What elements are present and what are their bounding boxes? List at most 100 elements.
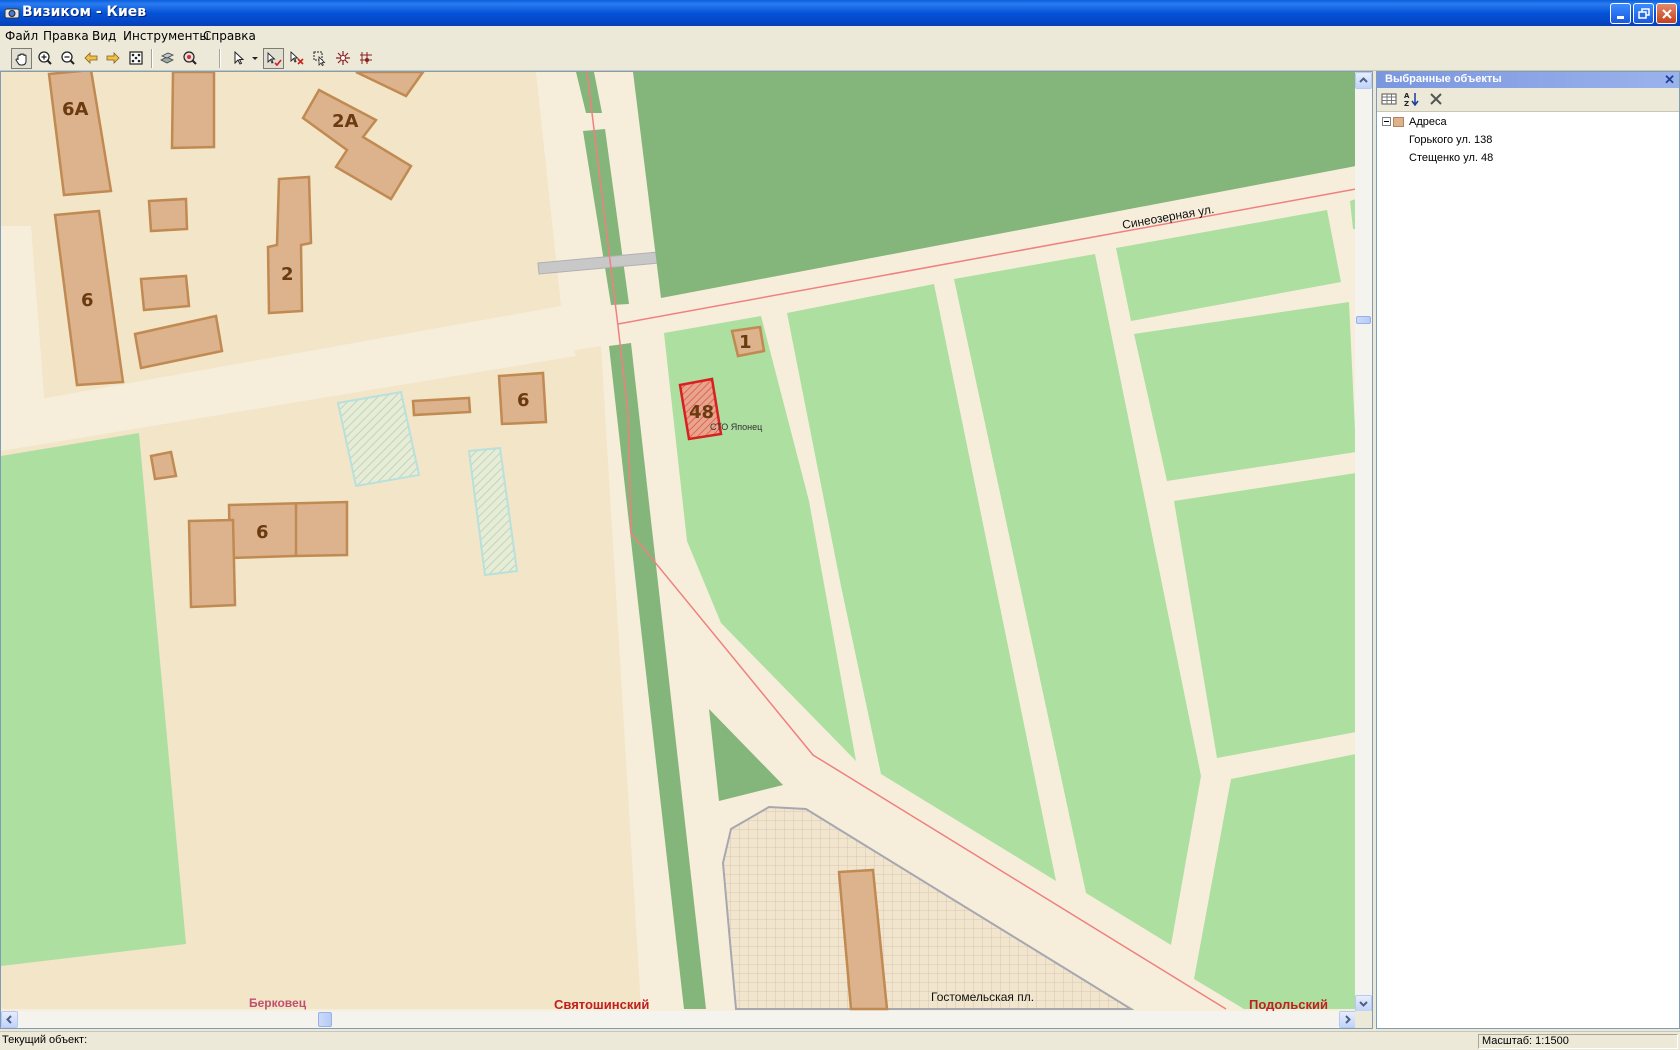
scrollbar-corner (1355, 1011, 1372, 1028)
building-label: 1 (739, 332, 752, 353)
select-objects-icon (267, 51, 282, 67)
zoom-in-icon (38, 51, 52, 65)
minimize-icon (1617, 16, 1624, 19)
building[interactable] (411, 396, 472, 417)
tree-group-addresses[interactable]: Адреса (1409, 116, 1447, 128)
svg-text:A: A (1404, 92, 1410, 100)
building-label: 2А (332, 111, 359, 132)
zoom-in-button[interactable] (35, 48, 56, 69)
pan-tool-button[interactable] (11, 48, 32, 69)
search-location-button[interactable] (180, 48, 201, 69)
restore-icon (1638, 8, 1650, 19)
window-title: Визиком - Киев (22, 4, 147, 20)
close-button[interactable] (1656, 3, 1677, 24)
restore-button[interactable] (1633, 3, 1654, 24)
select-dropdown-icon (252, 57, 258, 60)
minimize-button[interactable] (1610, 3, 1631, 24)
vertical-scroll-thumb[interactable] (1356, 316, 1371, 324)
selected-objects-panel: Выбранные объекты ✕ AZ Адреса Горького у… (1376, 71, 1680, 1029)
map-svg[interactable]: 6А 2А 2 6 6 6 1 48 СТО Японец Синеозерна… (1, 72, 1356, 1012)
panel-toolbar: AZ (1377, 88, 1679, 112)
current-object-status: Текущий объект: (2, 1034, 88, 1046)
deselect-icon (290, 50, 304, 65)
map-view[interactable]: 6А 2А 2 6 6 6 1 48 СТО Японец Синеозерна… (0, 71, 1373, 1029)
map-vertical-scrollbar[interactable] (1355, 72, 1372, 1012)
menu-view[interactable]: Вид (92, 29, 116, 43)
building[interactable] (147, 197, 189, 233)
building[interactable] (187, 518, 237, 609)
grid-snap-button[interactable] (356, 48, 377, 69)
building-label-48: 48 (689, 402, 714, 423)
district-label-left: Берковец (249, 996, 307, 1010)
panel-close-icon[interactable]: ✕ (1664, 72, 1675, 88)
scroll-left-button[interactable] (1, 1011, 18, 1028)
chevron-down-icon (1359, 1001, 1368, 1007)
layers-icon (160, 52, 174, 64)
building-label: 6 (81, 290, 94, 311)
chevron-left-icon (6, 1015, 12, 1024)
grid-snap-icon (360, 52, 372, 64)
scroll-down-button[interactable] (1355, 995, 1372, 1012)
building-label: 6 (256, 522, 269, 543)
zoom-extent-icon (129, 51, 143, 65)
toolbar-separator (151, 49, 153, 68)
select-arrow-icon (234, 50, 245, 65)
forward-arrow-icon (106, 52, 120, 64)
menu-tools[interactable]: Инструменты (123, 29, 209, 43)
district-label-right: Подольский (1249, 997, 1328, 1012)
svg-text:Z: Z (1404, 100, 1409, 108)
measure-icon (336, 51, 350, 65)
menu-bar: Файл Правка Вид Инструменты Справка (0, 26, 1680, 46)
back-button[interactable] (81, 48, 102, 69)
table-icon (1381, 93, 1397, 105)
select-objects-button[interactable] (263, 48, 284, 69)
sort-az-icon: AZ (1404, 92, 1419, 108)
close-icon (1662, 9, 1672, 19)
measure-button[interactable] (333, 48, 354, 69)
search-location-icon (183, 51, 197, 65)
status-bar: Текущий объект: Масштаб: 1:1500 (0, 1031, 1680, 1050)
select-arrow-button[interactable] (229, 48, 250, 69)
building[interactable] (170, 72, 216, 150)
main-toolbar (0, 46, 1680, 71)
select-dropdown-button[interactable] (249, 48, 261, 69)
square-label: Гостомельская пл. (931, 990, 1034, 1004)
building-label: 2 (281, 264, 294, 285)
title-bar: Визиком - Киев (0, 0, 1680, 26)
select-by-area-icon (313, 51, 326, 66)
district-label-center: Святошинский (554, 997, 649, 1012)
forward-button[interactable] (103, 48, 124, 69)
zoom-extent-button[interactable] (126, 48, 147, 69)
building[interactable] (227, 500, 349, 560)
scale-status: Масштаб: 1:1500 (1478, 1034, 1678, 1049)
map-canvas[interactable]: 6А 2А 2 6 6 6 1 48 СТО Японец Синеозерна… (1, 72, 1356, 1012)
tree-collapse-icon[interactable] (1382, 117, 1391, 126)
menu-edit[interactable]: Правка (43, 29, 89, 43)
app-icon (4, 8, 20, 19)
toolbar-separator (219, 49, 221, 68)
panel-title: Выбранные объекты (1385, 73, 1502, 85)
building-label: 6 (517, 390, 530, 411)
deselect-button[interactable] (287, 48, 308, 69)
zoom-out-icon (61, 51, 75, 65)
chevron-up-icon (1359, 77, 1368, 83)
panel-header: Выбранные объекты ✕ (1377, 72, 1679, 88)
pan-hand-icon (15, 53, 27, 66)
horizontal-scroll-thumb[interactable] (318, 1012, 332, 1027)
menu-help[interactable]: Справка (203, 29, 256, 43)
tree-item[interactable]: Стещенко ул. 48 (1409, 152, 1493, 164)
building[interactable] (149, 450, 178, 481)
clear-x-icon (1430, 93, 1442, 105)
table-view-button[interactable] (1380, 90, 1400, 110)
select-by-area-button[interactable] (310, 48, 331, 69)
menu-file[interactable]: Файл (5, 29, 38, 43)
zoom-out-button[interactable] (58, 48, 79, 69)
tree-item[interactable]: Горького ул. 138 (1409, 134, 1492, 146)
sort-button[interactable]: AZ (1403, 90, 1423, 110)
layers-button[interactable] (157, 48, 178, 69)
clear-selection-button[interactable] (1427, 90, 1447, 110)
map-horizontal-scrollbar[interactable] (1, 1011, 1356, 1028)
scroll-right-button[interactable] (1339, 1011, 1356, 1028)
building[interactable] (139, 274, 191, 312)
scroll-up-button[interactable] (1355, 72, 1372, 89)
